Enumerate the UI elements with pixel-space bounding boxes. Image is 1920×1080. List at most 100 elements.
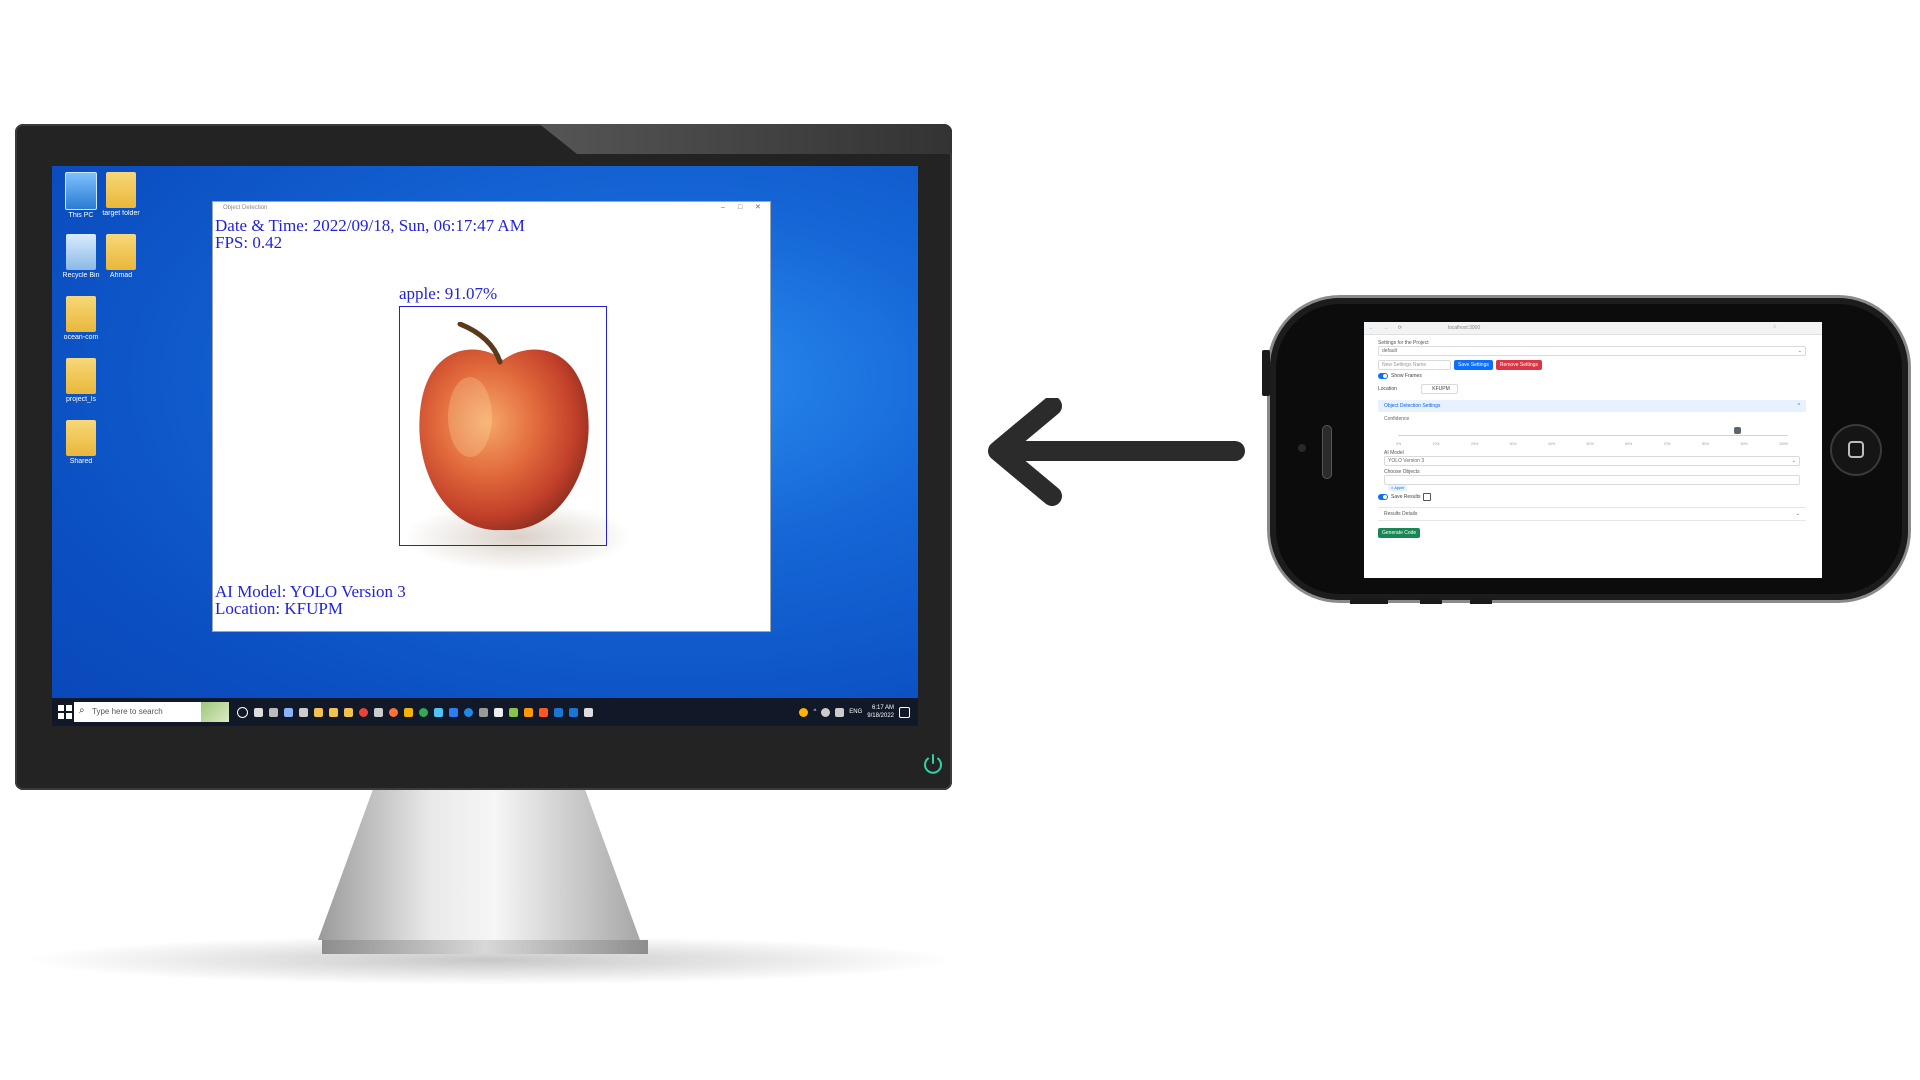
save-results-checkbox[interactable] xyxy=(1423,493,1432,501)
slider-tick-label: 20% xyxy=(1471,442,1479,446)
vscode-icon[interactable] xyxy=(449,707,458,717)
settings-icon[interactable] xyxy=(269,707,278,717)
search-placeholder: Type here to search xyxy=(92,707,163,716)
taskbar-search-box[interactable]: ⌕ Type here to search xyxy=(74,702,229,722)
maximize-icon[interactable]: □ xyxy=(738,202,742,214)
app-icon[interactable] xyxy=(554,707,563,717)
folder-icon xyxy=(106,234,136,270)
task-view-icon[interactable] xyxy=(254,707,263,717)
windows-taskbar: ⌕ Type here to search ^ ENG 6:17 AM 9/18… xyxy=(52,698,918,726)
windows-start-icon[interactable] xyxy=(58,705,72,719)
weather-icon[interactable] xyxy=(799,707,809,717)
desktop-icon-label: Recycle Bin xyxy=(62,272,100,279)
app-icon[interactable] xyxy=(569,707,578,717)
slider-thumb[interactable] xyxy=(1734,427,1742,434)
selected-object-tag[interactable]: × Apple xyxy=(1388,485,1408,491)
phone-volume-button xyxy=(1420,598,1442,604)
system-tray: ^ ENG 6:17 AM 9/18/2022 xyxy=(799,698,910,726)
confidence-slider[interactable] xyxy=(1384,422,1800,442)
location-input[interactable]: KFUPM xyxy=(1421,384,1458,394)
slider-tick-label: 60% xyxy=(1625,442,1633,446)
phone-side-button xyxy=(1262,350,1270,396)
terminal-icon[interactable] xyxy=(479,707,488,717)
app-icon[interactable] xyxy=(584,707,593,717)
phone-volume-button xyxy=(1470,598,1492,604)
desktop-icon-label: target folder xyxy=(102,210,140,217)
computer-icon xyxy=(65,172,97,210)
phone-home-button[interactable] xyxy=(1830,424,1882,476)
window-titlebar: Object Detection – □ ✕ xyxy=(213,202,770,214)
recycle-bin-icon xyxy=(66,234,96,270)
monitor-stand-neck xyxy=(318,790,640,940)
search-highlight-image xyxy=(201,702,229,722)
desktop-icon-folder[interactable]: Ahmad xyxy=(100,234,142,280)
chevron-up-icon[interactable]: ^ xyxy=(813,709,816,715)
phone-camera xyxy=(1298,444,1306,452)
settings-select-value: default xyxy=(1382,348,1398,354)
app-icon[interactable] xyxy=(524,707,533,717)
detection-label: apple: 91.07% xyxy=(399,284,498,303)
save-results-row: Save Results xyxy=(1378,493,1806,501)
ai-model-value: YOLO Version 3 xyxy=(1388,458,1425,464)
remove-settings-button[interactable]: Remove Settings xyxy=(1495,360,1542,370)
power-icon[interactable] xyxy=(921,752,945,776)
desktop-icon-label: project_ls xyxy=(66,396,96,403)
desktop-icon-folder[interactable]: Shared xyxy=(60,420,102,466)
app-icon[interactable] xyxy=(374,707,383,717)
desktop-icon-label: ocean-com xyxy=(63,334,99,341)
notification-icon[interactable] xyxy=(899,706,910,718)
minimize-icon[interactable]: – xyxy=(721,202,725,214)
app-icon[interactable] xyxy=(539,707,548,717)
home-icon xyxy=(1848,441,1864,458)
desktop-screen: This PC target folder Recycle Bin Ahmad … xyxy=(52,166,918,726)
desktop-icon-recycle-bin[interactable]: Recycle Bin xyxy=(60,234,102,280)
app-icon[interactable] xyxy=(494,707,503,717)
browser-url[interactable]: localhost:3000 xyxy=(1448,325,1480,331)
cortana-icon[interactable] xyxy=(237,706,248,718)
desktop-icon-label: This PC xyxy=(68,212,94,219)
desktop-icon-folder[interactable]: target folder xyxy=(100,172,142,218)
taskbar-clock[interactable]: 6:17 AM 9/18/2022 xyxy=(867,704,894,720)
network-icon[interactable] xyxy=(821,707,831,717)
app-icon[interactable] xyxy=(299,707,308,717)
close-icon[interactable]: ✕ xyxy=(755,202,761,214)
show-frames-toggle[interactable] xyxy=(1378,373,1388,379)
browser-nav-icons[interactable]: ← → ⟳ xyxy=(1369,325,1406,331)
save-results-toggle[interactable] xyxy=(1378,494,1388,500)
taskbar-pinned-apps xyxy=(237,698,593,726)
phone-volume-button xyxy=(1350,598,1388,604)
arrow-left-icon xyxy=(988,398,1245,506)
app-icon[interactable] xyxy=(464,707,473,717)
show-frames-label: Show Frames xyxy=(1391,373,1422,379)
new-settings-input[interactable]: New Settings Name xyxy=(1378,360,1451,370)
object-detection-accordion[interactable]: Object Detection Settings ^ xyxy=(1378,400,1806,412)
results-details-label: Results Details xyxy=(1384,511,1418,517)
save-settings-button[interactable]: Save Settings xyxy=(1454,360,1493,370)
desktop-icon-folder[interactable]: project_ls xyxy=(60,358,102,404)
settings-select[interactable]: default ⌄ xyxy=(1378,346,1806,356)
desktop-icon-label: Ahmad xyxy=(109,272,133,279)
chevron-down-icon: ⌄ xyxy=(1791,458,1796,464)
desktop-icon-this-pc[interactable]: This PC xyxy=(60,172,102,220)
choose-objects-input[interactable]: × Apple xyxy=(1384,475,1800,491)
browser-star-icon[interactable]: ☆ xyxy=(1773,324,1817,330)
chrome-icon[interactable] xyxy=(359,707,368,717)
chevron-down-icon: ⌄ xyxy=(1797,348,1802,354)
generate-code-button[interactable]: Generate Code xyxy=(1378,528,1421,538)
folder-icon[interactable] xyxy=(329,707,338,717)
language-indicator[interactable]: ENG xyxy=(849,709,862,715)
file-explorer-icon[interactable] xyxy=(314,707,323,717)
clock-date: 9/18/2022 xyxy=(867,713,894,719)
app-icon[interactable] xyxy=(509,707,518,717)
chevron-down-icon: ⌄ xyxy=(1795,511,1800,517)
results-details-accordion[interactable]: Results Details ⌄ xyxy=(1378,507,1806,521)
browser-icon[interactable] xyxy=(419,707,428,717)
app-icon[interactable] xyxy=(434,707,443,717)
volume-icon[interactable] xyxy=(835,707,845,717)
folder-icon[interactable] xyxy=(344,707,353,717)
ai-model-select[interactable]: YOLO Version 3 ⌄ xyxy=(1384,456,1800,466)
search-tool-icon[interactable] xyxy=(404,707,413,717)
desktop-icon-folder[interactable]: ocean-com xyxy=(60,296,102,342)
app-icon[interactable] xyxy=(284,707,293,717)
firefox-icon[interactable] xyxy=(389,707,398,717)
